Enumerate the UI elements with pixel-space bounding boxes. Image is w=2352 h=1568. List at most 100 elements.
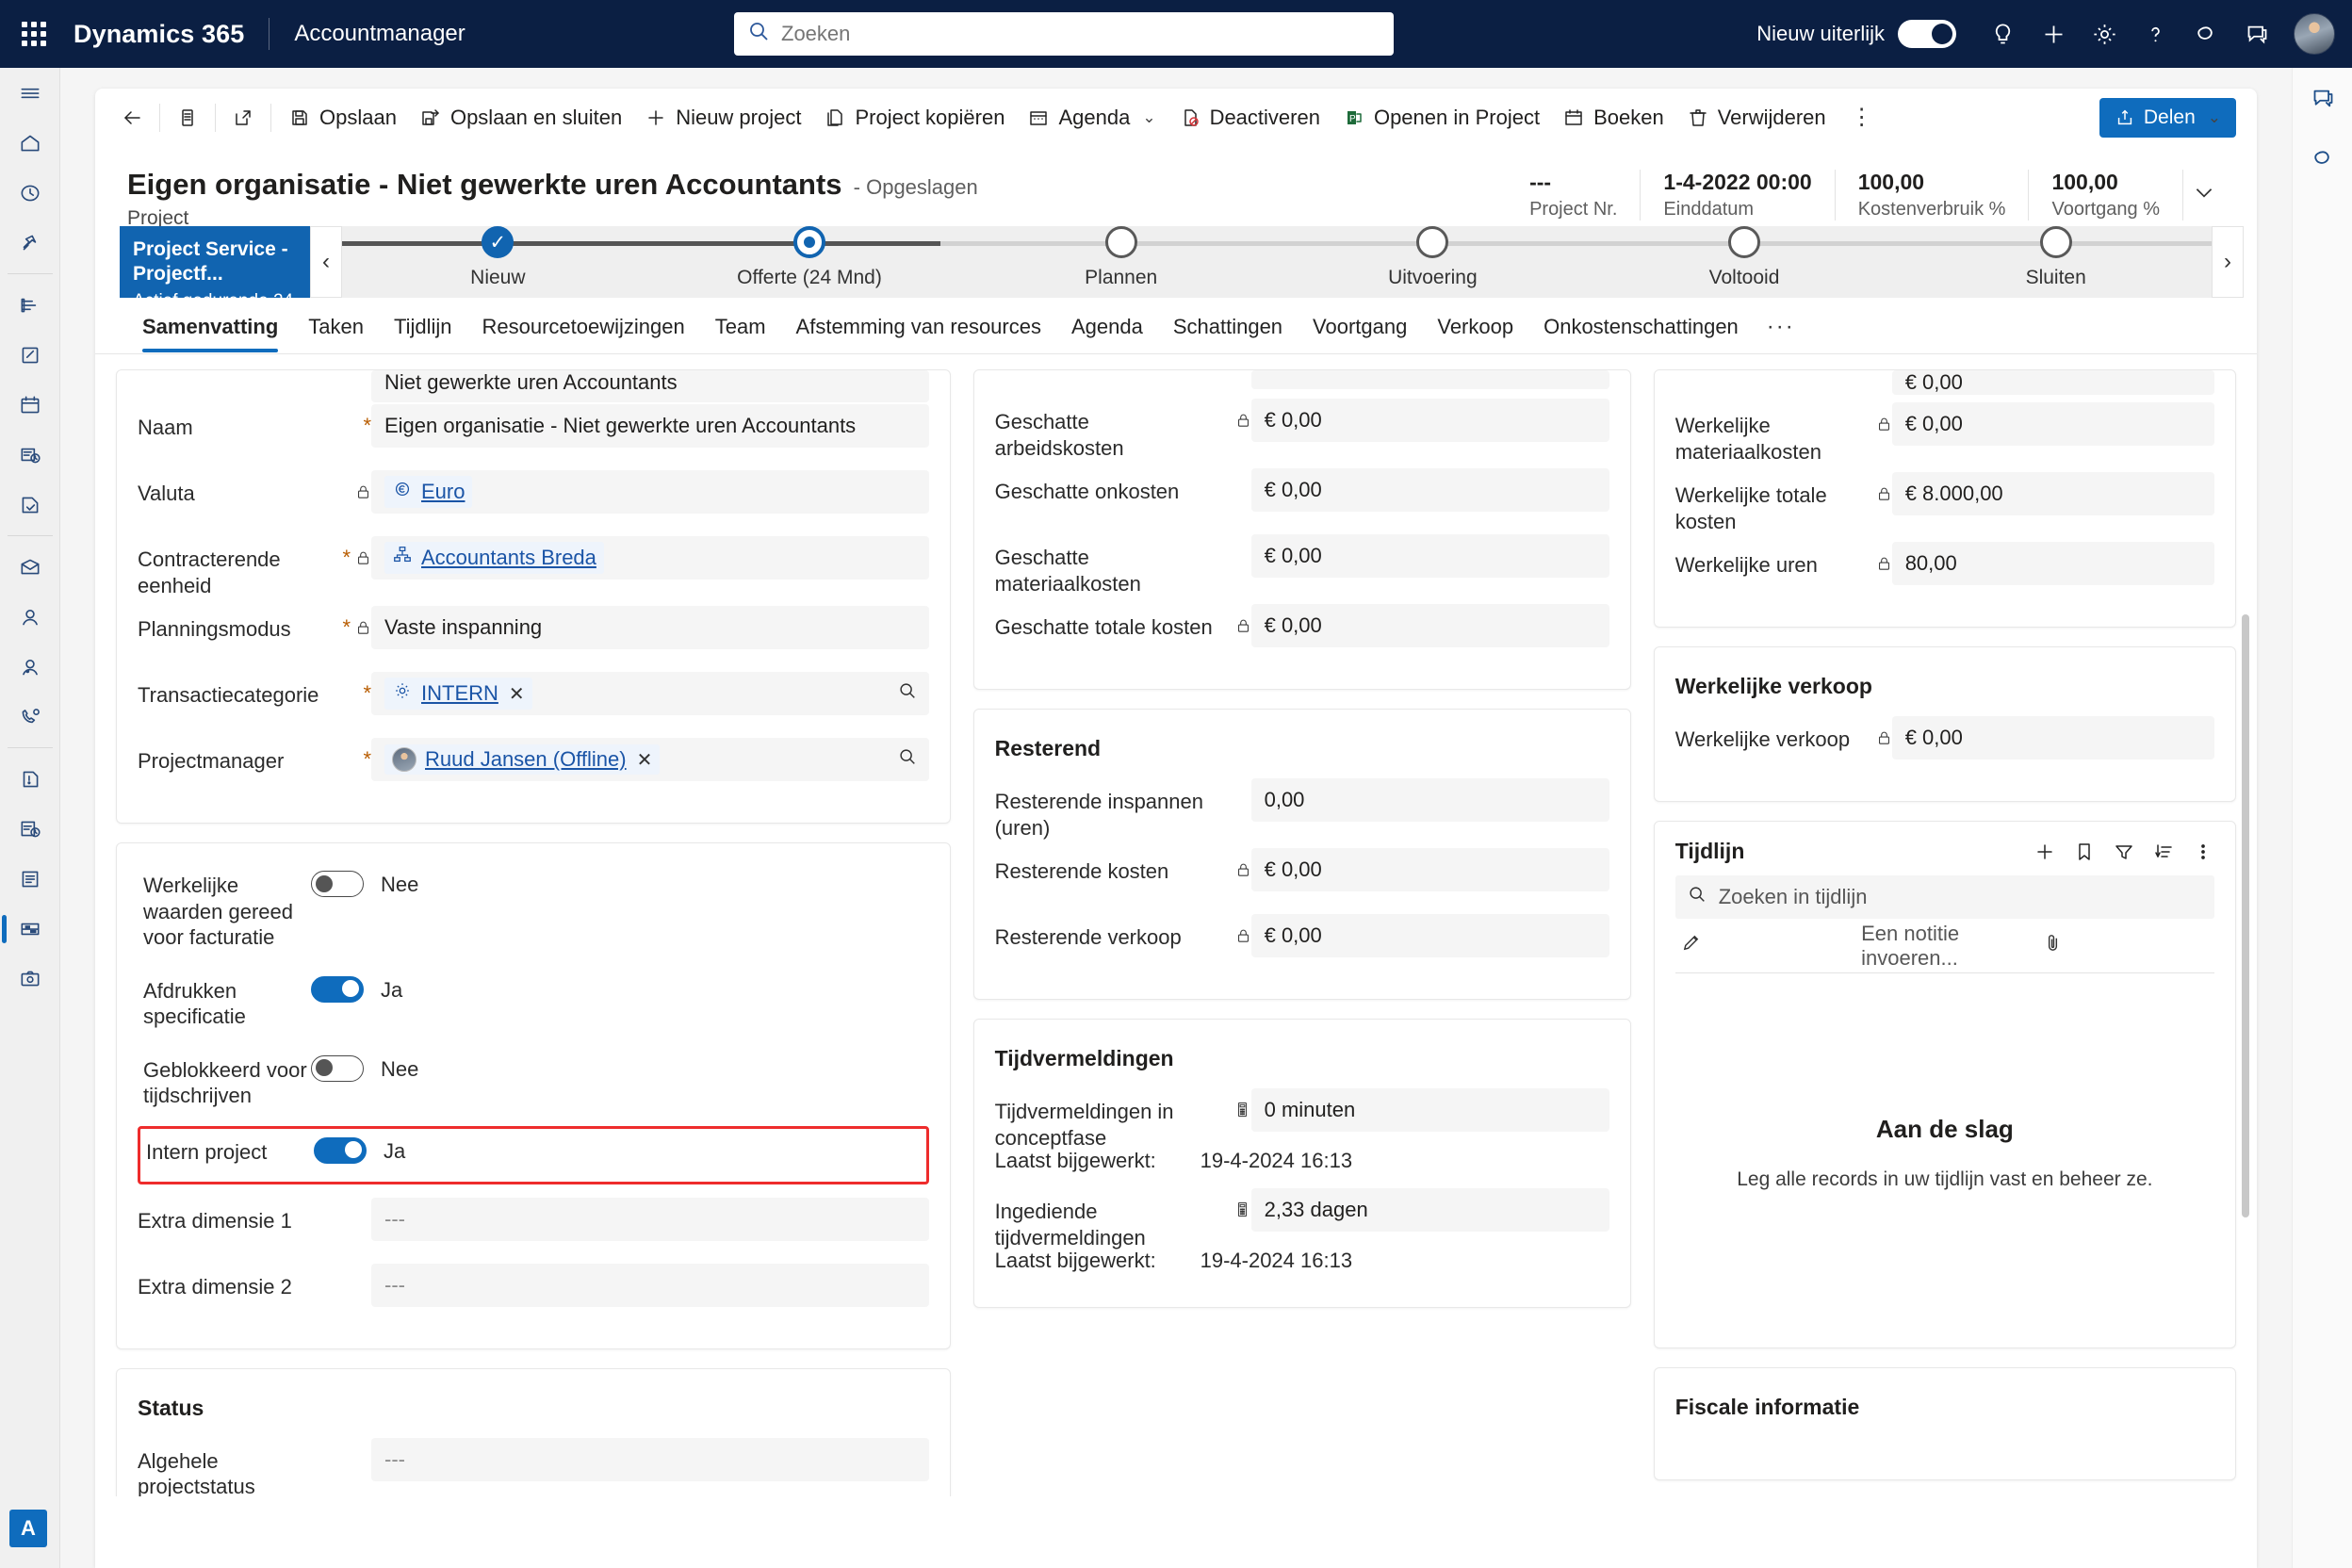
tab-agenda[interactable]: Agenda (1056, 315, 1158, 352)
command-overflow-button[interactable]: ⋮ (1838, 106, 1888, 129)
field-value-geschatte-onkosten[interactable]: € 0,00 (1250, 468, 1609, 512)
lightbulb-icon[interactable] (1977, 0, 2028, 68)
save-and-close-button[interactable]: Opslaan en sluiten (408, 97, 633, 139)
copy-project-button[interactable]: Project kopiëren (812, 97, 1016, 139)
copilot-panel-icon[interactable] (2293, 128, 2352, 188)
delete-button[interactable]: Verwijderen (1675, 97, 1838, 139)
bpf-stage-sluiten[interactable]: Sluiten (1900, 226, 2212, 298)
chevron-down-icon-share[interactable]: ⌄ (2208, 108, 2221, 127)
field-value-werkelijke-verkoop[interactable]: € 0,00 (1891, 716, 2214, 760)
field-value-tijdvermeldingen-conceptfase[interactable]: 0 minuten (1250, 1088, 1609, 1132)
sidebar-item-accounts[interactable] (0, 642, 60, 692)
copilot-icon[interactable] (2180, 0, 2231, 68)
gear-icon[interactable] (2079, 0, 2130, 68)
lookup-pill[interactable]: Accountants Breda (384, 542, 604, 574)
tab-schattingen[interactable]: Schattingen (1158, 315, 1298, 352)
field-value-werkelijke-totale-kosten[interactable]: € 8.000,00 (1891, 472, 2214, 515)
bpf-title[interactable]: Project Service - Projectf... Actief ged… (120, 226, 310, 333)
feedback-icon[interactable] (2231, 0, 2282, 68)
timeline-note-input[interactable]: Een notitie invoeren... (1674, 919, 2214, 973)
sidebar-item-settings[interactable] (0, 954, 60, 1004)
plus-icon[interactable] (2034, 841, 2056, 863)
deactivate-button[interactable]: Deactiveren (1168, 97, 1331, 139)
popout-icon[interactable] (221, 97, 265, 139)
app-launcher-waffle-icon[interactable] (0, 0, 68, 68)
bpf-stage-uitvoering[interactable]: Uitvoering (1277, 226, 1589, 298)
sidebar-item-articles[interactable] (0, 854, 60, 904)
tab-team[interactable]: Team (700, 315, 781, 352)
lookup-pill[interactable]: Ruud Jansen (Offline) ✕ (384, 744, 661, 775)
bpf-stage-voltooid[interactable]: Voltooid (1589, 226, 1901, 298)
field-value-contracterende-eenheid[interactable]: Accountants Breda (371, 536, 929, 580)
hamburger-icon[interactable] (0, 68, 60, 118)
tab-verkoop[interactable]: Verkoop (1422, 315, 1528, 352)
search-lookup-icon[interactable] (897, 746, 918, 773)
clear-lookup-icon[interactable]: ✕ (637, 748, 653, 772)
field-value-projectmanager[interactable]: Ruud Jansen (Offline) ✕ (371, 738, 929, 781)
field-value-geschatte-materiaalkosten[interactable]: € 0,00 (1250, 534, 1609, 578)
more-icon[interactable] (2192, 841, 2214, 863)
sidebar-item-recent[interactable] (0, 168, 60, 218)
timeline-search[interactable]: Zoeken in tijdlijn (1674, 875, 2214, 919)
field-value-naam[interactable]: Eigen organisatie - Niet gewerkte uren A… (371, 404, 929, 448)
sidebar-item-calendar[interactable] (0, 380, 60, 430)
tab-onkostenschattingen[interactable]: Onkostenschattingen (1528, 315, 1754, 352)
tab-voortgang[interactable]: Voortgang (1298, 315, 1422, 352)
lookup-pill[interactable]: Euro (384, 476, 473, 508)
sidebar-item-reports[interactable] (0, 804, 60, 854)
app-name-label[interactable]: Accountmanager (294, 21, 465, 47)
lookup-link[interactable]: Ruud Jansen (Offline) (425, 747, 627, 772)
tab-taken[interactable]: Taken (293, 315, 379, 352)
sidebar-item-approval[interactable] (0, 480, 60, 530)
app-badge[interactable]: A (9, 1510, 47, 1547)
field-value-resterende-kosten[interactable]: € 0,00 (1250, 848, 1609, 891)
field-value-werkelijke-uren[interactable]: 80,00 (1891, 542, 2214, 585)
sidebar-item-dashboard[interactable] (0, 280, 60, 330)
save-button[interactable]: Opslaan (277, 97, 408, 139)
global-search[interactable] (734, 12, 1394, 56)
sidebar-item-timesheet[interactable] (0, 430, 60, 480)
sidebar-item-inbox[interactable] (0, 542, 60, 592)
field-value-geschatte-totale-kosten[interactable]: € 0,00 (1250, 604, 1609, 647)
field-value-resterende-verkoop[interactable]: € 0,00 (1250, 914, 1609, 957)
lookup-pill[interactable]: INTERN ✕ (384, 678, 532, 710)
field-value-geschatte-arbeidskosten[interactable]: € 0,00 (1250, 399, 1609, 442)
lookup-link[interactable]: INTERN (421, 681, 498, 706)
search-lookup-icon[interactable] (897, 680, 918, 707)
tab-resourcetoewijzingen[interactable]: Resourcetoewijzingen (467, 315, 700, 352)
brand-label[interactable]: Dynamics 365 (74, 20, 244, 49)
sidebar-item-projects[interactable] (0, 904, 60, 954)
share-button[interactable]: Delen ⌄ (2099, 98, 2236, 138)
sidebar-item-pinned[interactable] (0, 218, 60, 268)
lookup-link[interactable]: Euro (421, 480, 465, 504)
sidebar-item-activities[interactable] (0, 330, 60, 380)
chevron-down-icon[interactable]: ⌄ (1142, 108, 1155, 127)
field-value-algehele-projectstatus[interactable]: --- (371, 1437, 929, 1481)
lookup-link[interactable]: Accountants Breda (421, 546, 596, 570)
toggle-switch-intern-project[interactable] (314, 1136, 367, 1164)
bpf-stage-plannen[interactable]: Plannen (965, 226, 1277, 298)
field-value-werkelijke-materiaalkosten[interactable]: € 0,00 (1891, 402, 2214, 446)
bpf-stage-offerte[interactable]: Offerte (24 Mnd) (654, 226, 966, 298)
feedback-panel-icon[interactable] (2293, 68, 2352, 128)
clipped-field-value[interactable]: Niet gewerkte uren Accountants (371, 370, 929, 402)
paperclip-icon[interactable] (2042, 932, 2209, 959)
tab-samenvatting[interactable]: Samenvatting (127, 315, 293, 352)
toggle-switch[interactable] (311, 1054, 364, 1082)
sidebar-item-calls[interactable] (0, 692, 60, 742)
form-scrollbar-thumb[interactable] (2242, 614, 2249, 1217)
search-input[interactable] (781, 22, 1380, 46)
field-value-ingediende-tijdvermeldingen[interactable]: 2,33 dagen (1250, 1188, 1609, 1232)
back-button[interactable] (110, 97, 154, 139)
field-value-extra-dimensie-1[interactable]: --- (371, 1197, 929, 1241)
clear-lookup-icon[interactable]: ✕ (509, 682, 525, 706)
user-avatar[interactable] (2294, 13, 2335, 55)
toggle-switch[interactable] (311, 975, 364, 1003)
question-icon[interactable] (2130, 0, 2180, 68)
field-value-valuta[interactable]: Euro (371, 470, 929, 514)
open-in-project-button[interactable]: P Openen in Project (1331, 97, 1551, 139)
bpf-stage-nieuw[interactable]: Nieuw (342, 226, 654, 298)
field-value-planningsmodus[interactable]: Vaste inspanning (371, 606, 929, 649)
agenda-button[interactable]: Agenda ⌄ (1016, 97, 1167, 139)
field-value-transactiecategorie[interactable]: INTERN ✕ (371, 672, 929, 715)
